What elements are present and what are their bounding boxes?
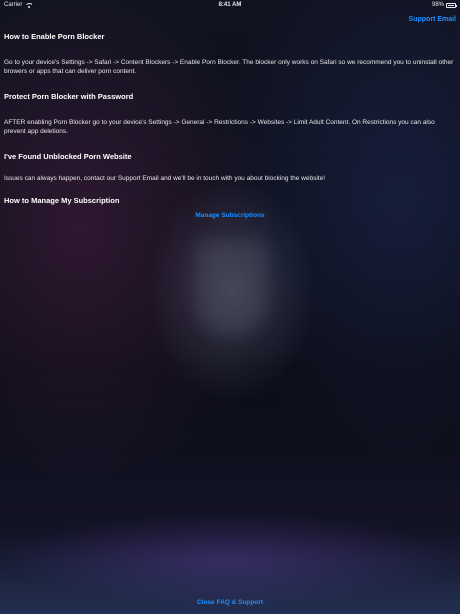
support-email-button[interactable]: Support Email	[409, 16, 456, 23]
manage-subscriptions-link[interactable]: Manage Subscriptions	[195, 212, 264, 219]
status-bar: Carrier 8:41 AM 98%	[0, 0, 460, 12]
manage-subscriptions-row: Manage Subscriptions	[0, 212, 460, 219]
status-right: 98%	[431, 2, 457, 8]
section-body-password: AFTER enabling Porn Blocker go to your d…	[4, 119, 435, 135]
background-logo-watermark	[196, 240, 268, 336]
status-time: 8:41 AM	[218, 2, 242, 8]
battery-percent: 98%	[431, 2, 444, 8]
section-title-unblocked: I've Found Unblocked Porn Website	[4, 152, 132, 161]
footer: Close FAQ & Support	[0, 599, 460, 606]
section-title-subscription: How to Manage My Subscription	[4, 196, 120, 205]
section-body-enable: Go to your device's Settings -> Safari -…	[4, 59, 454, 75]
section-body-unblocked: Issues can always happen, contact our Su…	[4, 175, 326, 182]
section-title-enable: How to Enable Porn Blocker	[4, 32, 105, 41]
close-faq-button[interactable]: Close FAQ & Support	[197, 599, 263, 606]
section-title-password: Protect Porn Blocker with Password	[4, 92, 134, 101]
battery-icon	[446, 2, 457, 8]
